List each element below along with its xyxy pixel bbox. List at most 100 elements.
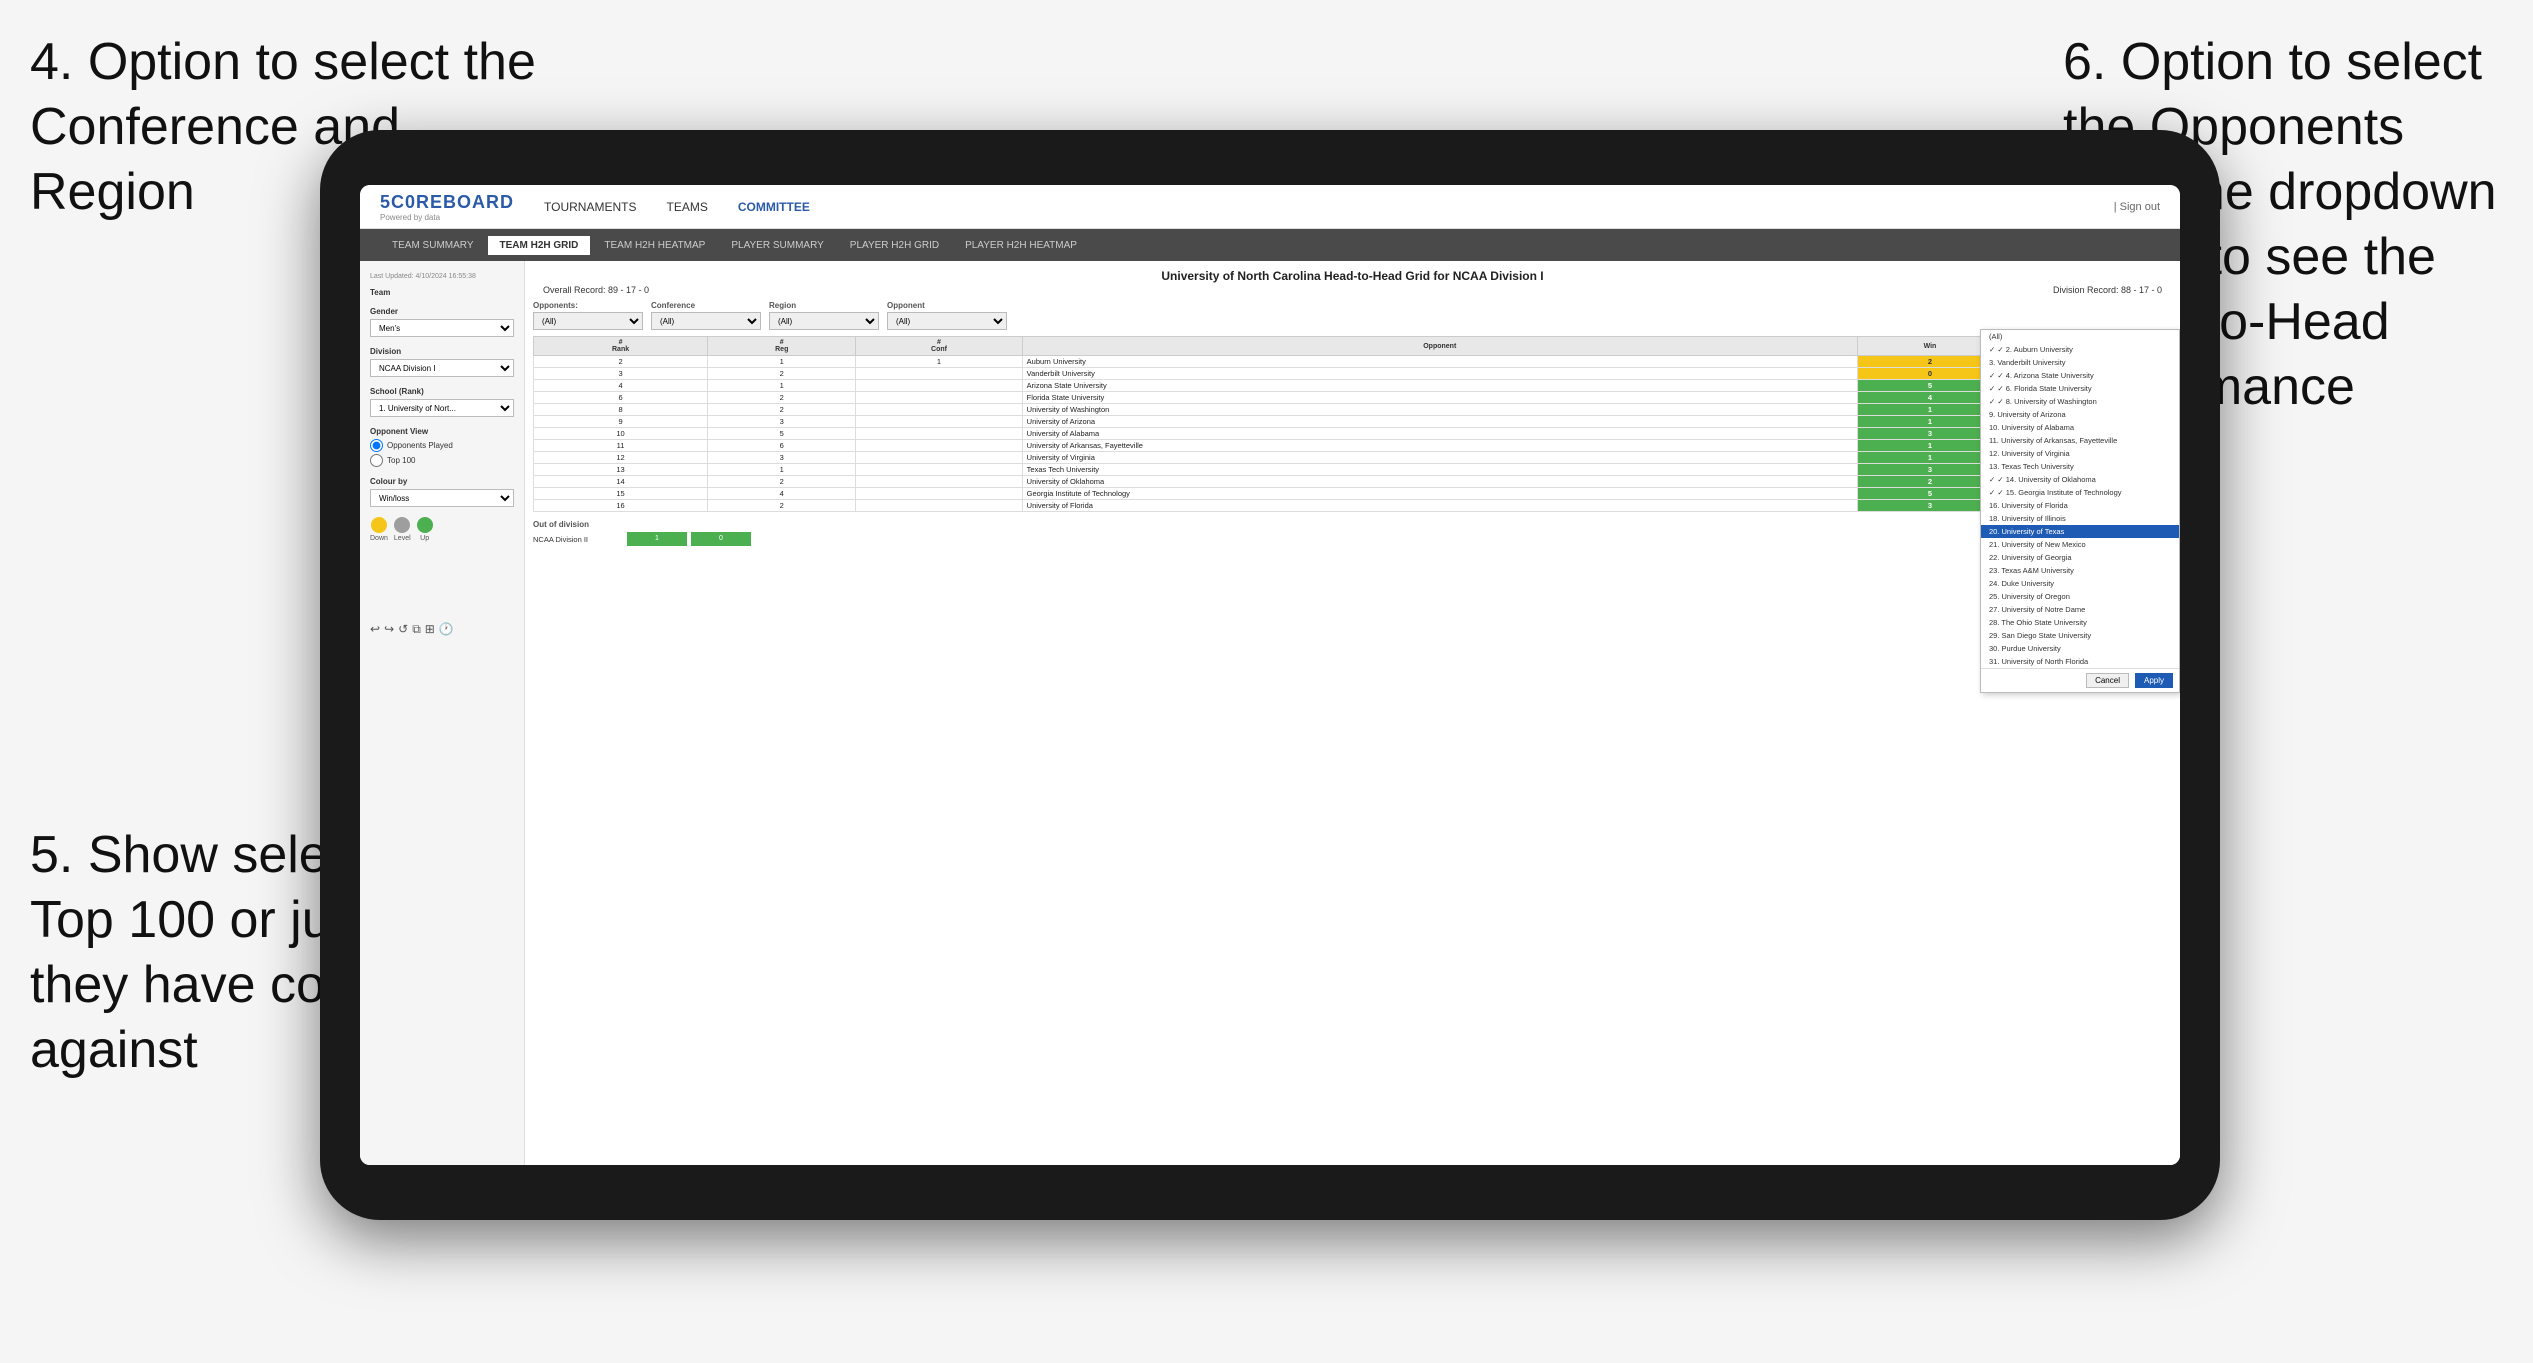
filter-region-select[interactable]: (All) xyxy=(769,312,879,330)
tablet-screen: 5C0REBOARD Powered by data TOURNAMENTS T… xyxy=(360,185,2180,1165)
radio-top100-input[interactable] xyxy=(370,454,383,467)
cell-opponent: University of Washington xyxy=(1022,404,1857,416)
dropdown-item[interactable]: ✓ 4. Arizona State University xyxy=(1981,369,2179,382)
dropdown-item[interactable]: 21. University of New Mexico xyxy=(1981,538,2179,551)
dropdown-actions: Cancel Apply xyxy=(1981,668,2179,692)
filter-region: Region (All) xyxy=(769,301,879,330)
table-row[interactable]: 6 2 Florida State University 4 2 xyxy=(534,392,2172,404)
table-row[interactable]: 11 6 University of Arkansas, Fayettevill… xyxy=(534,440,2172,452)
dropdown-item[interactable]: 28. The Ohio State University xyxy=(1981,616,2179,629)
table-row[interactable]: 16 2 University of Florida 3 1 xyxy=(534,500,2172,512)
cell-reg: 6 xyxy=(708,440,856,452)
copy-icon[interactable]: ⧉ xyxy=(412,622,421,637)
col-conf: #Conf xyxy=(856,337,1022,356)
table-row[interactable]: 2 1 1 Auburn University 2 1 xyxy=(534,356,2172,368)
filters-row: Opponents: (All) Conference (All) Region xyxy=(533,301,2172,330)
radio-top100[interactable]: Top 100 xyxy=(370,454,514,467)
table-row[interactable]: 10 5 University of Alabama 3 0 xyxy=(534,428,2172,440)
table-row[interactable]: 15 4 Georgia Institute of Technology 5 0 xyxy=(534,488,2172,500)
opponent-dropdown: (All)✓ 2. Auburn University3. Vanderbilt… xyxy=(1980,329,2180,693)
subnav-player-h2h-grid[interactable]: PLAYER H2H GRID xyxy=(838,236,951,255)
sidebar-division-section: Division NCAA Division I xyxy=(370,347,514,377)
dropdown-item[interactable]: ✓ 6. Florida State University xyxy=(1981,382,2179,395)
table-row[interactable]: 13 1 Texas Tech University 3 0 xyxy=(534,464,2172,476)
right-panel: University of North Carolina Head-to-Hea… xyxy=(525,261,2180,1165)
subnav-player-summary[interactable]: PLAYER SUMMARY xyxy=(719,236,835,255)
subnav-player-h2h-heatmap[interactable]: PLAYER H2H HEATMAP xyxy=(953,236,1089,255)
dropdown-item[interactable]: 22. University of Georgia xyxy=(1981,551,2179,564)
subnav-team-h2h-grid[interactable]: TEAM H2H GRID xyxy=(488,236,591,255)
filter-opponent-select[interactable]: (All) xyxy=(887,312,1007,330)
table-row[interactable]: 9 3 University of Arizona 1 0 xyxy=(534,416,2172,428)
dropdown-item[interactable]: 12. University of Virginia xyxy=(1981,447,2179,460)
cell-rank: 6 xyxy=(534,392,708,404)
dropdown-item[interactable]: 18. University of Illinois xyxy=(1981,512,2179,525)
record-row: Overall Record: 89 - 17 - 0 Division Rec… xyxy=(533,285,2172,295)
sidebar-gender-select[interactable]: Men's xyxy=(370,319,514,337)
nav-sign-out[interactable]: | Sign out xyxy=(2114,201,2160,213)
dropdown-item[interactable]: ✓ 8. University of Washington xyxy=(1981,395,2179,408)
dropdown-item[interactable]: 29. San Diego State University xyxy=(1981,629,2179,642)
cell-rank: 9 xyxy=(534,416,708,428)
dropdown-item[interactable]: 31. University of North Florida xyxy=(1981,655,2179,668)
div2-row: NCAA Division II 1 0 xyxy=(533,532,2172,546)
sidebar-school-section: School (Rank) 1. University of Nort... xyxy=(370,387,514,417)
cell-reg: 1 xyxy=(708,380,856,392)
dropdown-item[interactable]: 30. Purdue University xyxy=(1981,642,2179,655)
dropdown-item[interactable]: 3. Vanderbilt University xyxy=(1981,356,2179,369)
filter-conference-select[interactable]: (All) xyxy=(651,312,761,330)
filter-opponents-select[interactable]: (All) xyxy=(533,312,643,330)
table-row[interactable]: 4 1 Arizona State University 5 1 xyxy=(534,380,2172,392)
radio-opponents-played-input[interactable] xyxy=(370,439,383,452)
dropdown-item[interactable]: ✓ 2. Auburn University xyxy=(1981,343,2179,356)
cell-conf xyxy=(856,464,1022,476)
dropdown-item[interactable]: ✓ 14. University of Oklahoma xyxy=(1981,473,2179,486)
table-row[interactable]: 14 2 University of Oklahoma 2 2 xyxy=(534,476,2172,488)
subnav-team-h2h-heatmap[interactable]: TEAM H2H HEATMAP xyxy=(592,236,717,255)
radio-opponents-played[interactable]: Opponents Played xyxy=(370,439,514,452)
logo-sub: Powered by data xyxy=(380,213,514,222)
dropdown-item[interactable]: 10. University of Alabama xyxy=(1981,421,2179,434)
cell-rank: 3 xyxy=(534,368,708,380)
sidebar-school-select[interactable]: 1. University of Nort... xyxy=(370,399,514,417)
reset-icon[interactable]: ↺ xyxy=(398,622,408,637)
cancel-button[interactable]: Cancel xyxy=(2086,673,2129,688)
dropdown-item[interactable]: 11. University of Arkansas, Fayetteville xyxy=(1981,434,2179,447)
dropdown-item[interactable]: 9. University of Arizona xyxy=(1981,408,2179,421)
apply-button[interactable]: Apply xyxy=(2135,673,2173,688)
dropdown-item[interactable]: 27. University of Notre Dame xyxy=(1981,603,2179,616)
redo-icon[interactable]: ↪ xyxy=(384,622,394,637)
dropdown-item[interactable]: 16. University of Florida xyxy=(1981,499,2179,512)
table-row[interactable]: 12 3 University of Virginia 1 0 xyxy=(534,452,2172,464)
nav-committee[interactable]: COMMITTEE xyxy=(738,200,810,214)
dropdown-item[interactable]: 13. Texas Tech University xyxy=(1981,460,2179,473)
cell-opponent: University of Alabama xyxy=(1022,428,1857,440)
cell-rank: 11 xyxy=(534,440,708,452)
sidebar-gender-section: Gender Men's xyxy=(370,307,514,337)
dropdown-item[interactable]: ✓ 15. Georgia Institute of Technology xyxy=(1981,486,2179,499)
clock-icon[interactable]: 🕐 xyxy=(439,622,454,637)
dropdown-item[interactable]: 20. University of Texas xyxy=(1981,525,2179,538)
cell-opponent: Auburn University xyxy=(1022,356,1857,368)
subnav-team-summary[interactable]: TEAM SUMMARY xyxy=(380,236,486,255)
filter-conference-label: Conference xyxy=(651,301,761,310)
sidebar-division-select[interactable]: NCAA Division I xyxy=(370,359,514,377)
undo-icon[interactable]: ↩ xyxy=(370,622,380,637)
cell-opponent: Florida State University xyxy=(1022,392,1857,404)
nav-teams[interactable]: TEAMS xyxy=(666,200,707,214)
dropdown-item[interactable]: 23. Texas A&M University xyxy=(1981,564,2179,577)
table-row[interactable]: 3 2 Vanderbilt University 0 4 xyxy=(534,368,2172,380)
dropdown-item[interactable]: 25. University of Oregon xyxy=(1981,590,2179,603)
colour-label-up: Up xyxy=(420,535,429,542)
sidebar-team-section: Team xyxy=(370,288,514,297)
sidebar-colour-section: Colour by Win/loss xyxy=(370,477,514,507)
sidebar-colour-select[interactable]: Win/loss xyxy=(370,489,514,507)
dropdown-item[interactable]: 24. Duke University xyxy=(1981,577,2179,590)
nav-tournaments[interactable]: TOURNAMENTS xyxy=(544,200,636,214)
div2-label: NCAA Division II xyxy=(533,535,623,544)
dropdown-item[interactable]: (All) xyxy=(1981,330,2179,343)
colour-label-down: Down xyxy=(370,535,388,542)
paste-icon[interactable]: ⊞ xyxy=(425,622,435,637)
table-row[interactable]: 8 2 University of Washington 1 0 xyxy=(534,404,2172,416)
radio-top100-label: Top 100 xyxy=(387,456,415,465)
